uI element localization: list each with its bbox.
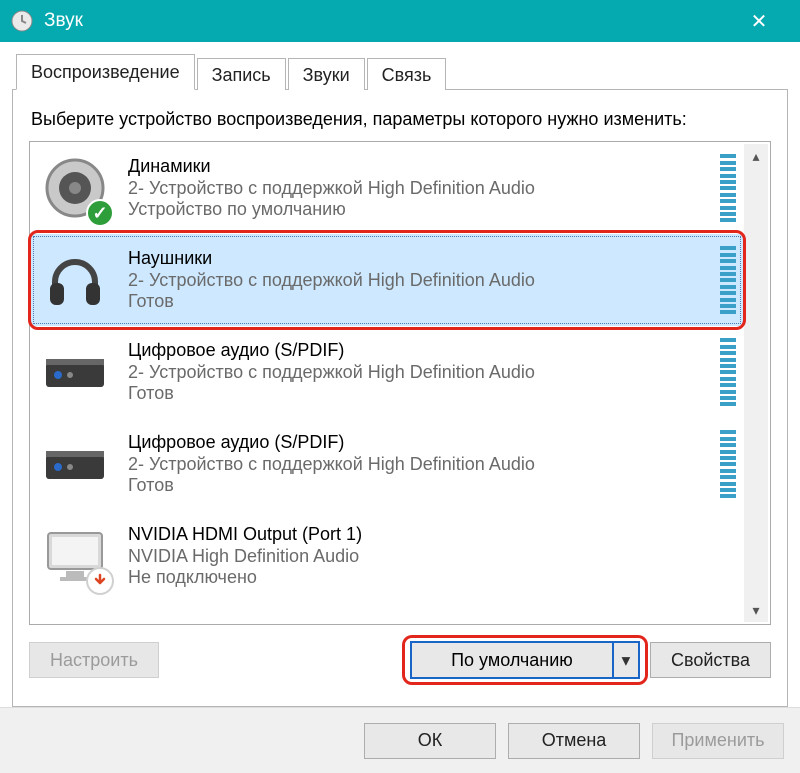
level-meter <box>720 154 736 222</box>
device-row[interactable]: Цифровое аудио (S/PDIF)2- Устройство с п… <box>30 418 744 510</box>
configure-button[interactable]: Настроить <box>29 642 159 678</box>
device-description: 2- Устройство с поддержкой High Definiti… <box>128 270 712 292</box>
device-name: Динамики <box>128 156 712 178</box>
device-name: NVIDIA HDMI Output (Port 1) <box>128 524 736 546</box>
device-row[interactable]: NVIDIA HDMI Output (Port 1)NVIDIA High D… <box>30 510 744 602</box>
window-title: Звук <box>44 10 724 32</box>
device-row[interactable]: Наушники2- Устройство с поддержкой High … <box>30 234 744 326</box>
device-status: Готов <box>128 383 712 405</box>
level-meter <box>720 430 736 498</box>
cancel-button[interactable]: Отмена <box>508 723 640 759</box>
monitor-icon <box>40 521 110 591</box>
tab-comm[interactable]: Связь <box>367 58 447 90</box>
device-status: Не подключено <box>128 567 736 589</box>
scroll-up-button[interactable]: ▴ <box>744 144 768 168</box>
apply-button[interactable]: Применить <box>652 723 784 759</box>
level-meter <box>720 338 736 406</box>
set-default-dropdown[interactable]: ▾ <box>612 643 638 677</box>
client-area: ВоспроизведениеЗаписьЗвукиСвязь Выберите… <box>0 42 800 707</box>
headphones-icon <box>40 245 110 315</box>
level-meter <box>720 246 736 314</box>
tab-record[interactable]: Запись <box>197 58 286 90</box>
ok-button[interactable]: ОК <box>364 723 496 759</box>
titlebar: Звук ✕ <box>0 0 800 42</box>
device-description: 2- Устройство с поддержкой High Definiti… <box>128 454 712 476</box>
close-button[interactable]: ✕ <box>724 0 794 42</box>
set-default-split-button[interactable]: По умолчанию ▾ <box>410 641 640 679</box>
device-description: 2- Устройство с поддержкой High Definiti… <box>128 178 712 200</box>
instruction-text: Выберите устройство воспроизведения, пар… <box>31 108 769 131</box>
tab-strip: ВоспроизведениеЗаписьЗвукиСвязь <box>12 54 788 90</box>
tab-playback-page: Выберите устройство воспроизведения, пар… <box>12 90 788 707</box>
device-description: 2- Устройство с поддержкой High Definiti… <box>128 362 712 384</box>
device-status: Готов <box>128 475 712 497</box>
properties-button[interactable]: Свойства <box>650 642 771 678</box>
device-status: Готов <box>128 291 712 313</box>
speaker-icon: ✓ <box>40 153 110 223</box>
device-name: Наушники <box>128 248 712 270</box>
device-row[interactable]: ✓ Динамики2- Устройство с поддержкой High… <box>30 142 744 234</box>
tab-playback[interactable]: Воспроизведение <box>16 54 195 90</box>
device-list[interactable]: ✓Динамики2- Устройство с поддержкой High… <box>29 141 771 625</box>
device-row[interactable]: Цифровое аудио (S/PDIF)2- Устройство с п… <box>30 326 744 418</box>
scroll-down-button[interactable]: ▾ <box>744 598 768 622</box>
tab-sounds[interactable]: Звуки <box>288 58 365 90</box>
sound-dialog: Звук ✕ ВоспроизведениеЗаписьЗвукиСвязь В… <box>0 0 800 773</box>
dialog-footer: ОК Отмена Применить <box>0 707 800 773</box>
device-name: Цифровое аудио (S/PDIF) <box>128 340 712 362</box>
device-name: Цифровое аудио (S/PDIF) <box>128 432 712 454</box>
device-status: Устройство по умолчанию <box>128 199 712 221</box>
app-icon <box>10 9 34 33</box>
set-default-button[interactable]: По умолчанию <box>412 643 612 677</box>
spdif-icon <box>40 337 110 407</box>
scrollbar[interactable]: ▴ ▾ <box>744 144 768 622</box>
device-description: NVIDIA High Definition Audio <box>128 546 736 568</box>
device-actions: Настроить По умолчанию ▾ Свойства <box>29 625 771 679</box>
spdif-icon <box>40 429 110 499</box>
